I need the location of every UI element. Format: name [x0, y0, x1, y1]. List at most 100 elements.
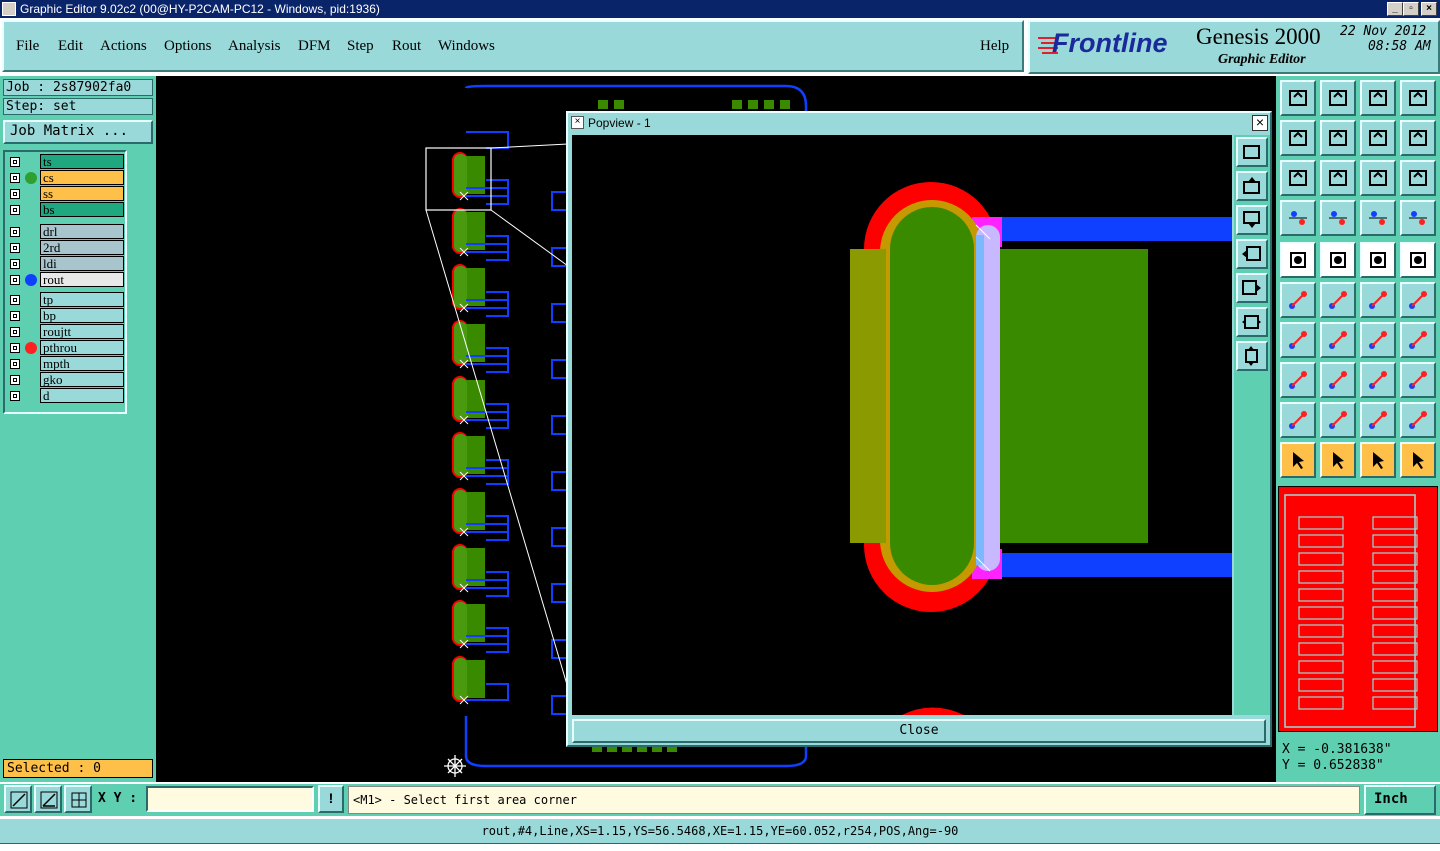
layer-checkbox[interactable]: [10, 189, 20, 199]
add-arc-button[interactable]: [1280, 402, 1316, 438]
layer-row-bs[interactable]: bs: [8, 202, 124, 217]
menu-analysis[interactable]: Analysis: [228, 38, 281, 55]
edit-line-button[interactable]: [1320, 322, 1356, 358]
layer-row-bp[interactable]: bp: [8, 308, 124, 323]
measure-dist-button[interactable]: [1360, 362, 1396, 398]
select-net-button[interactable]: [1400, 442, 1436, 478]
layer-row-ts[interactable]: ts: [8, 154, 124, 169]
layer-checkbox[interactable]: [10, 275, 20, 285]
delete-feature-button[interactable]: [1320, 282, 1356, 318]
layer-row-gko[interactable]: gko: [8, 372, 124, 387]
cut-arc-button[interactable]: [1400, 402, 1436, 438]
menu-edit[interactable]: Edit: [58, 38, 83, 55]
layer-checkbox[interactable]: [10, 343, 20, 353]
snap-grid-button[interactable]: [4, 785, 32, 813]
layer-row-d[interactable]: d: [8, 388, 124, 403]
break-line-button[interactable]: [1320, 362, 1356, 398]
maximize-button[interactable]: ▫: [1403, 2, 1419, 16]
layer-row-pthrou[interactable]: pthrou: [8, 340, 124, 355]
minimize-button[interactable]: _: [1387, 2, 1403, 16]
layer-row-rout[interactable]: rout: [8, 272, 124, 287]
ruler-button[interactable]: [1360, 242, 1396, 278]
popview-pan-up-button[interactable]: [1236, 171, 1268, 201]
snap-angle-button[interactable]: [34, 785, 62, 813]
layer-checkbox[interactable]: [10, 359, 20, 369]
layer-checkbox[interactable]: [10, 205, 20, 215]
layer-checkbox[interactable]: [10, 157, 20, 167]
open-job-button[interactable]: [1280, 80, 1316, 116]
menu-windows[interactable]: Windows: [438, 38, 495, 55]
layer-checkbox[interactable]: [10, 311, 20, 321]
layer-row-ss[interactable]: ss: [8, 186, 124, 201]
layer-checkbox[interactable]: [10, 295, 20, 305]
save-job-button[interactable]: [1320, 80, 1356, 116]
measure-snap-button[interactable]: [1280, 200, 1316, 236]
popview-canvas[interactable]: [572, 135, 1232, 715]
menu-step[interactable]: Step: [347, 38, 374, 55]
home-button[interactable]: [1360, 80, 1396, 116]
layout-toggle-button[interactable]: [1400, 80, 1436, 116]
split-feature-button[interactable]: [1400, 322, 1436, 358]
fit-screen-button[interactable]: [1280, 160, 1316, 196]
layer-checkbox[interactable]: [10, 391, 20, 401]
menu-help[interactable]: Help: [980, 38, 1009, 55]
layer-row-cs[interactable]: cs: [8, 170, 124, 185]
poly-arc-button[interactable]: [1320, 402, 1356, 438]
select-box-button[interactable]: [1320, 442, 1356, 478]
layer-row-mpth[interactable]: mpth: [8, 356, 124, 371]
overview-map[interactable]: [1278, 486, 1438, 732]
rotate-arc-button[interactable]: [1360, 322, 1396, 358]
menu-rout[interactable]: Rout: [392, 38, 421, 55]
popview-zoom-in-button[interactable]: [1236, 307, 1268, 337]
layer-checkbox[interactable]: [10, 327, 20, 337]
grid-toggle-button[interactable]: [64, 785, 92, 813]
select-pointer-button[interactable]: [1280, 442, 1316, 478]
layer-checkbox[interactable]: [10, 173, 20, 183]
layer-checkbox[interactable]: [10, 243, 20, 253]
menu-options[interactable]: Options: [164, 38, 212, 55]
popview-close-button[interactable]: Close: [572, 719, 1266, 743]
fill-arc-button[interactable]: [1360, 402, 1396, 438]
popview-pan-down-button[interactable]: [1236, 205, 1268, 235]
query-help-button[interactable]: [1400, 160, 1436, 196]
menu-dfm[interactable]: DFM: [298, 38, 331, 55]
close-window-button[interactable]: ×: [1421, 2, 1437, 16]
layer-checkbox[interactable]: [10, 259, 20, 269]
layer-row-tp[interactable]: tp: [8, 292, 124, 307]
rotate-button[interactable]: [1400, 120, 1436, 156]
layer-checkbox[interactable]: [10, 375, 20, 385]
xy-input[interactable]: [146, 786, 314, 812]
layer-checkbox[interactable]: [10, 227, 20, 237]
pad-select-button[interactable]: [1400, 242, 1436, 278]
center-view-button[interactable]: [1320, 160, 1356, 196]
layer-row-roujtt[interactable]: roujtt: [8, 324, 124, 339]
pth-compare-button[interactable]: [1400, 200, 1436, 236]
add-line-button[interactable]: [1280, 322, 1316, 358]
menu-actions[interactable]: Actions: [100, 38, 147, 55]
resize-feature-button[interactable]: [1400, 282, 1436, 318]
job-matrix-button[interactable]: Job Matrix ...: [3, 120, 153, 144]
pth-analysis-button[interactable]: [1360, 200, 1396, 236]
popview-zoom-out-button[interactable]: [1236, 341, 1268, 371]
popview-pan-right-button[interactable]: [1236, 273, 1268, 303]
group-button[interactable]: [1400, 362, 1436, 398]
layer-row-drl[interactable]: drl: [8, 224, 124, 239]
move-right-button[interactable]: [1320, 120, 1356, 156]
select-area-button[interactable]: [1360, 442, 1396, 478]
move-left-button[interactable]: [1280, 120, 1316, 156]
move-feature-button[interactable]: [1360, 282, 1396, 318]
popview-pan-left-button[interactable]: [1236, 239, 1268, 269]
layer-row-ldi[interactable]: ldi: [8, 256, 124, 271]
grid-view-button[interactable]: [1320, 200, 1356, 236]
popview-menu-icon[interactable]: ×: [571, 116, 584, 129]
popview-close-icon[interactable]: ×: [1252, 115, 1268, 131]
units-selector[interactable]: Inch: [1364, 785, 1436, 815]
copy-feature-button[interactable]: [1280, 362, 1316, 398]
draw-box-button[interactable]: [1320, 242, 1356, 278]
flip-button[interactable]: [1360, 120, 1396, 156]
add-pad-button[interactable]: [1280, 242, 1316, 278]
popview-zoom-fit-button[interactable]: [1236, 137, 1268, 167]
layer-row-2rd[interactable]: 2rd: [8, 240, 124, 255]
net-connect-button[interactable]: [1280, 282, 1316, 318]
menu-file[interactable]: File: [16, 38, 39, 55]
